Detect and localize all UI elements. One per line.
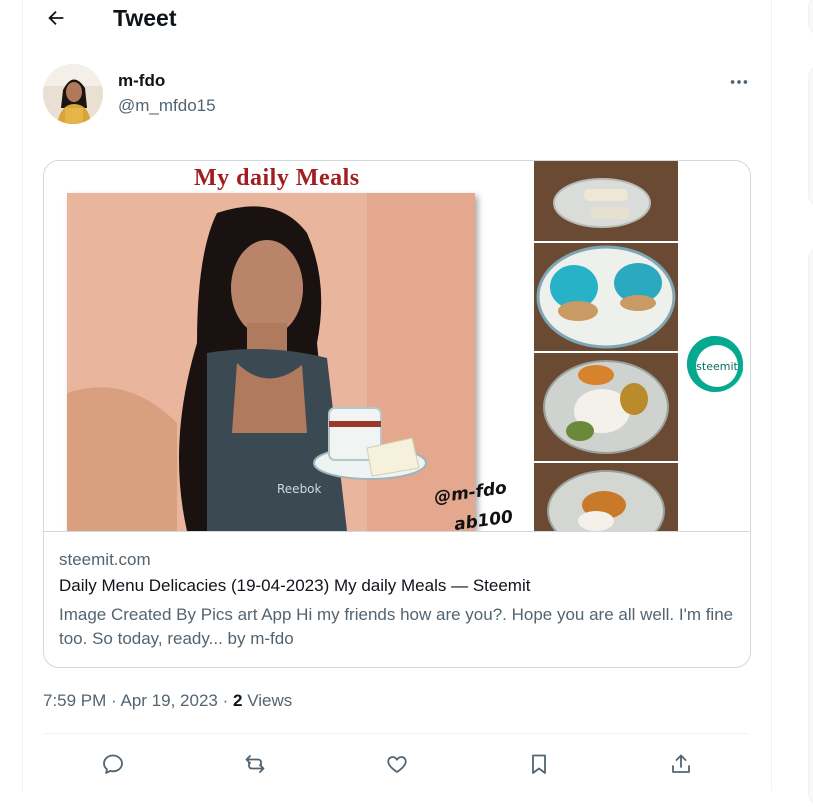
- share-icon: [672, 754, 690, 773]
- share-button[interactable]: [661, 746, 701, 782]
- right-sidebar-card: [808, 64, 813, 208]
- tweet-meta: 7:59 PM · Apr 19, 2023 · 2 Views: [43, 690, 292, 712]
- author-name[interactable]: m-fdo: [118, 71, 165, 91]
- retweet-button[interactable]: [235, 746, 275, 782]
- like-icon: [387, 756, 407, 773]
- tweet-column: Tweet m-fdo @m_mfdo15 My daily Meals Ree…: [23, 0, 772, 791]
- page-title: Tweet: [113, 5, 177, 31]
- right-sidebar-card: [808, 0, 813, 36]
- meta-separator: ·: [222, 691, 233, 710]
- page-header: Tweet: [23, 0, 771, 36]
- tweet-time[interactable]: 7:59 PM: [43, 691, 106, 710]
- card-title: Daily Menu Delicacies (19-04-2023) My da…: [59, 576, 531, 595]
- card-image: My daily Meals Reebok @m-fdo ab100 steem…: [44, 161, 750, 532]
- svg-text:steemit: steemit: [696, 360, 738, 373]
- link-preview-card[interactable]: My daily Meals Reebok @m-fdo ab100 steem…: [43, 160, 751, 668]
- back-button[interactable]: [39, 4, 73, 32]
- reply-button[interactable]: [93, 746, 133, 782]
- views-count: 2: [232, 691, 243, 710]
- views-label: Views: [247, 691, 293, 710]
- meal-photo-strip: [534, 161, 678, 531]
- avatar[interactable]: [43, 64, 103, 124]
- right-sidebar-card: [808, 245, 813, 807]
- left-sidebar-edge: [0, 0, 23, 791]
- right-sidebar: [772, 0, 813, 807]
- arrow-left-icon: [48, 10, 64, 26]
- tweet-actions: [43, 746, 749, 782]
- portrait-photo: Reebok: [67, 193, 475, 531]
- card-domain: steemit.com: [59, 550, 151, 569]
- retweet-icon: [245, 755, 265, 773]
- divider: [43, 733, 749, 734]
- svg-text:Reebok: Reebok: [277, 482, 322, 496]
- image-caption-title: My daily Meals: [194, 165, 360, 191]
- steemit-logo: steemit: [684, 333, 746, 395]
- author-handle[interactable]: @m_mfdo15: [118, 96, 216, 116]
- more-horizontal-icon: [730, 80, 748, 84]
- card-description: Image Created By Pics art App Hi my frie…: [59, 605, 734, 648]
- more-button[interactable]: [719, 68, 759, 96]
- bookmark-icon: [532, 754, 546, 774]
- like-button[interactable]: [377, 746, 417, 782]
- bookmark-button[interactable]: [519, 746, 559, 782]
- tweet-date[interactable]: Apr 19, 2023: [121, 691, 218, 710]
- reply-icon: [103, 754, 123, 774]
- meta-separator: ·: [111, 691, 121, 710]
